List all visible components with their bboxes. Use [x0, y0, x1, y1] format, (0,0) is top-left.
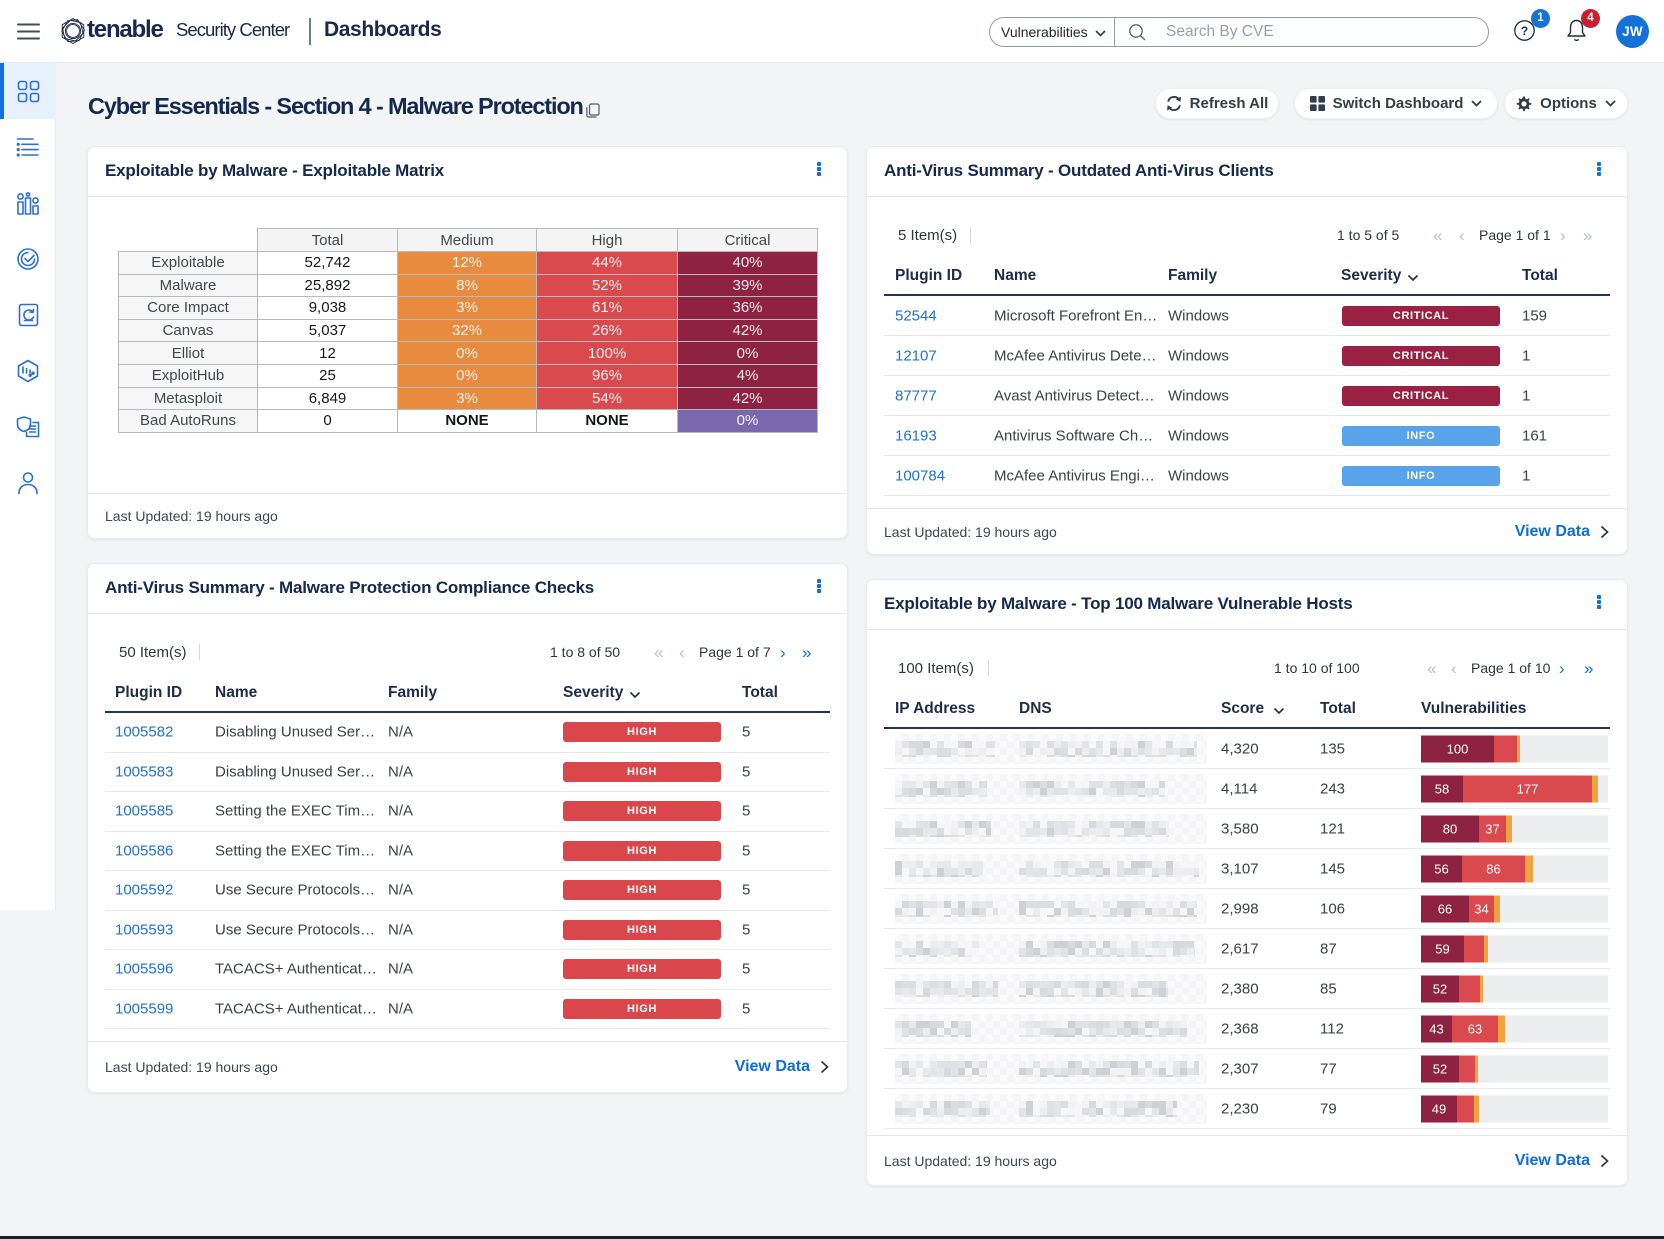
svg-text:?: ?: [1521, 24, 1528, 38]
